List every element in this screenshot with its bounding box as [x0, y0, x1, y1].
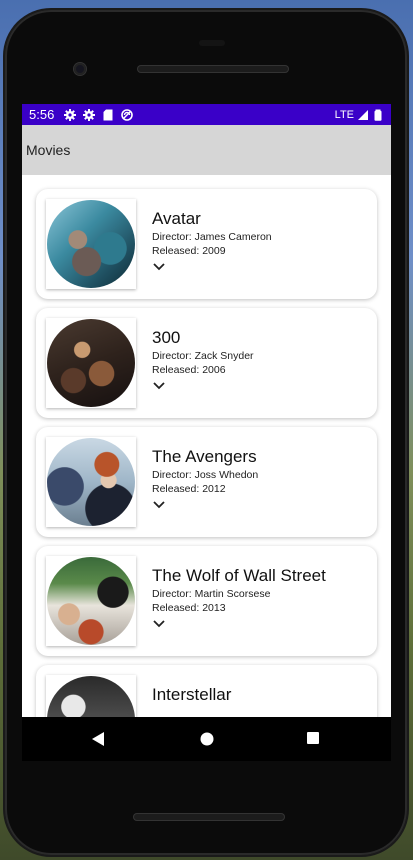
poster-frame	[46, 556, 136, 646]
chevron-down-icon[interactable]	[152, 381, 166, 391]
front-camera	[74, 63, 86, 75]
top-speaker	[137, 65, 289, 73]
chevron-down-icon[interactable]	[152, 500, 166, 510]
recents-icon[interactable]	[306, 731, 320, 745]
chevron-down-icon[interactable]	[152, 619, 166, 629]
movie-card[interactable]: 300 Director: Zack Snyder Released: 2006	[36, 308, 377, 418]
movie-card[interactable]: Avatar Director: James Cameron Released:…	[36, 189, 377, 299]
movie-director: Joss Whedon	[194, 469, 259, 481]
poster-frame	[46, 318, 136, 408]
home-icon[interactable]	[199, 731, 215, 747]
app-title: Movies	[26, 142, 71, 158]
signal-icon	[358, 109, 368, 120]
movie-released: 2009	[202, 245, 226, 257]
bottom-speaker	[133, 813, 285, 821]
sd-card-icon	[103, 109, 113, 120]
movie-title: Interstellar	[152, 685, 232, 704]
movie-card[interactable]: The Avengers Director: Joss Whedon Relea…	[36, 427, 377, 537]
status-time: 5:56	[29, 107, 55, 122]
released-label: Released:	[152, 483, 203, 495]
movie-poster	[47, 319, 135, 407]
released-label: Released:	[152, 602, 203, 614]
earpiece	[199, 40, 225, 46]
movie-title: Avatar	[152, 209, 201, 228]
settings-icon	[83, 108, 96, 121]
back-icon[interactable]	[91, 731, 105, 747]
movie-card[interactable]: The Wolf of Wall Street Director: Martin…	[36, 546, 377, 656]
movie-title: The Avengers	[152, 447, 257, 466]
screen: 5:56 LTE Movies Avatar Director: James C…	[22, 104, 391, 717]
network-type: LTE	[334, 108, 354, 121]
released-label: Released:	[152, 364, 203, 376]
sync-icon	[121, 108, 134, 121]
movie-director: James Cameron	[194, 231, 272, 243]
movie-card[interactable]: Interstellar	[36, 665, 377, 717]
app-bar: Movies	[22, 125, 391, 175]
movie-director: Zack Snyder	[194, 350, 254, 362]
movie-poster	[47, 676, 135, 717]
movie-poster	[47, 438, 135, 526]
poster-frame	[46, 675, 136, 717]
director-label: Director:	[152, 350, 195, 362]
settings-icon	[64, 108, 77, 121]
movie-poster	[47, 557, 135, 645]
director-label: Director:	[152, 231, 195, 243]
movie-released: 2006	[202, 364, 226, 376]
movie-title: 300	[152, 328, 181, 347]
director-label: Director:	[152, 469, 195, 481]
navigation-bar	[22, 717, 391, 761]
poster-frame	[46, 437, 136, 527]
movie-poster	[47, 200, 135, 288]
movie-released: 2012	[202, 483, 226, 495]
chevron-down-icon[interactable]	[152, 262, 166, 272]
status-bar: 5:56 LTE	[22, 104, 391, 125]
poster-frame	[46, 199, 136, 289]
movie-title: The Wolf of Wall Street	[152, 566, 326, 585]
battery-icon	[374, 109, 382, 121]
director-label: Director:	[152, 588, 195, 600]
movie-director: Martin Scorsese	[194, 588, 271, 600]
movie-released: 2013	[202, 602, 226, 614]
released-label: Released:	[152, 245, 203, 257]
movie-list[interactable]: Avatar Director: James Cameron Released:…	[22, 175, 391, 717]
